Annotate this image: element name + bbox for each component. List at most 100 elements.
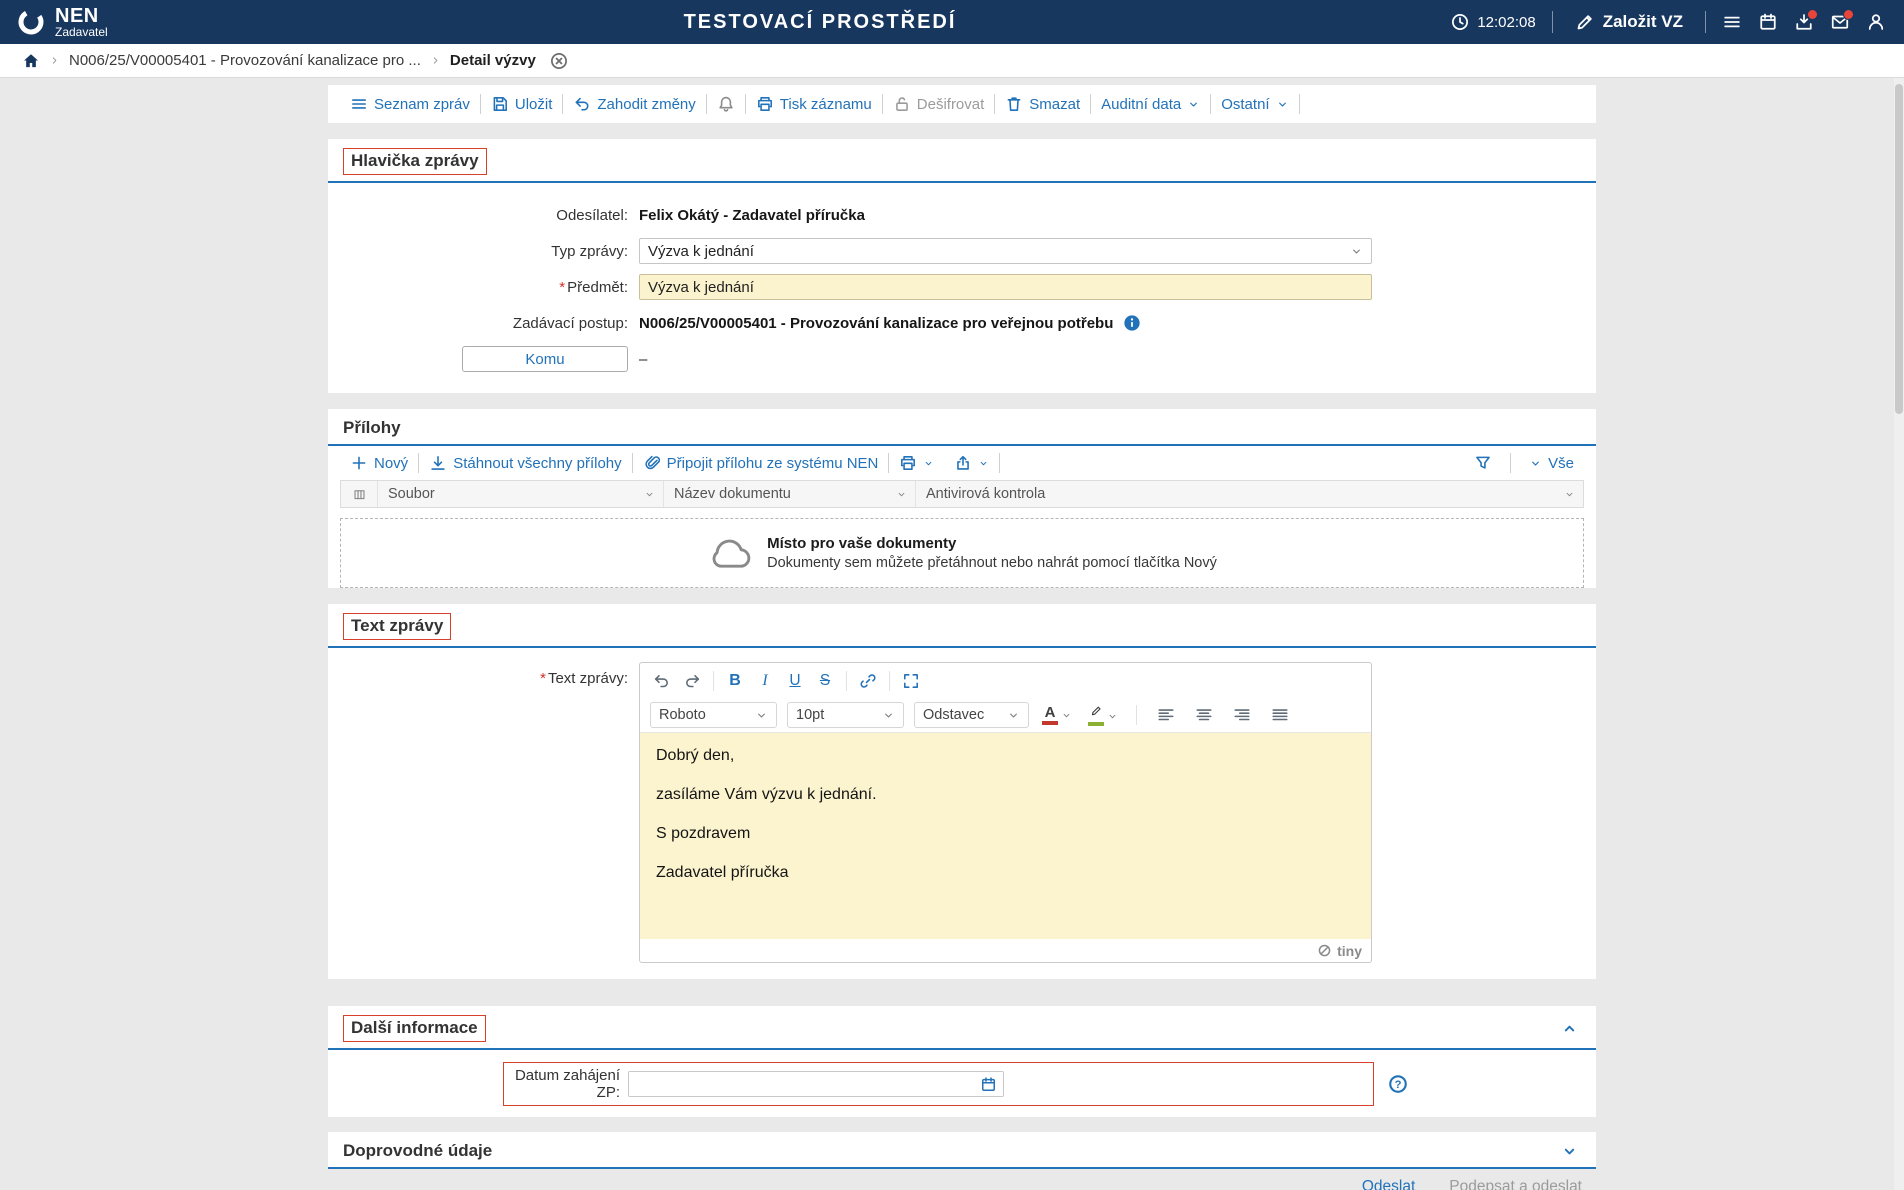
highlight-color-button[interactable] — [1085, 704, 1121, 726]
font-family-select[interactable]: Roboto — [650, 702, 777, 728]
print-record-button[interactable]: Tisk záznamu — [746, 95, 882, 113]
chevron-down-icon — [1061, 710, 1072, 721]
notifications-button[interactable] — [707, 95, 745, 113]
align-center-button[interactable] — [1190, 702, 1218, 728]
section-header: Doprovodné údaje — [328, 1132, 1596, 1169]
trash-icon — [1005, 95, 1023, 113]
scrollbar-thumb[interactable] — [1895, 84, 1903, 414]
column-header-document-name[interactable]: Název dokumentu — [663, 481, 915, 507]
block-format-select[interactable]: Odstavec — [914, 702, 1029, 728]
rich-text-editor: B I U S Roboto 10pt Odstavec A Dobrý den… — [639, 662, 1372, 963]
message-list-button[interactable]: Seznam zpráv — [340, 95, 480, 113]
paperclip-icon — [643, 454, 661, 472]
align-right-button[interactable] — [1228, 702, 1256, 728]
undo-button[interactable] — [648, 668, 676, 694]
bold-button[interactable]: B — [721, 668, 749, 694]
redo-button[interactable] — [678, 668, 706, 694]
discard-icon — [573, 95, 591, 113]
filter-button[interactable] — [1464, 454, 1502, 472]
recipient-value: – — [639, 350, 648, 368]
filter-chevron-icon — [1564, 489, 1575, 500]
download-icon — [429, 454, 447, 472]
subject-label: * Předmět: — [559, 278, 628, 296]
section-attachments: Přílohy Nový Stáhnout všechny přílohy Př… — [328, 409, 1596, 588]
start-date-input[interactable] — [635, 1074, 980, 1094]
calendar-icon[interactable] — [980, 1076, 997, 1093]
audit-data-button[interactable]: Auditní data — [1091, 96, 1210, 113]
close-tab-button[interactable] — [549, 51, 569, 71]
attachments-dropzone[interactable]: Místo pro vaše dokumenty Dokumenty sem m… — [340, 518, 1584, 588]
downloads-button[interactable] — [1794, 9, 1818, 32]
sign-and-send-button[interactable]: Podepsat a odeslat — [1449, 1178, 1582, 1190]
recipient-button[interactable]: Komu — [462, 346, 628, 372]
create-vz-button[interactable]: Založit VZ — [1569, 11, 1689, 33]
section-message-header: Hlavička zprávy Odesílatel: Felix Okátý … — [328, 139, 1596, 393]
required-mark: * — [559, 278, 566, 296]
insert-link-button[interactable] — [854, 668, 882, 694]
new-attachment-button[interactable]: Nový — [340, 454, 418, 472]
calendar-button[interactable] — [1758, 12, 1778, 32]
highlight-color-swatch — [1088, 722, 1104, 726]
divider — [1705, 11, 1706, 33]
editor-content[interactable]: Dobrý den, zasíláme Vám výzvu k jednání.… — [640, 732, 1371, 939]
view-all-button[interactable]: Vše — [1519, 455, 1584, 472]
text-color-button[interactable]: A — [1039, 705, 1075, 725]
save-button[interactable]: Uložit — [481, 95, 563, 113]
collapse-section-button[interactable] — [1561, 1020, 1578, 1037]
column-settings-button[interactable] — [341, 481, 377, 507]
messages-button[interactable] — [1830, 9, 1854, 32]
attach-from-nen-button[interactable]: Připojit přílohu ze systému NEN — [633, 454, 889, 472]
calendar-icon — [1758, 12, 1778, 32]
brand-subtitle: Zadavatel — [55, 24, 108, 39]
align-left-button[interactable] — [1152, 702, 1180, 728]
list-icon — [350, 95, 368, 113]
discard-changes-button[interactable]: Zahodit změny — [563, 95, 705, 113]
export-icon — [954, 454, 972, 472]
section-header: Další informace — [328, 1006, 1596, 1050]
divider — [1510, 453, 1512, 473]
other-actions-button[interactable]: Ostatní — [1211, 96, 1298, 113]
brand-name: NEN — [55, 4, 99, 27]
export-attachments-button[interactable] — [944, 454, 999, 472]
align-justify-button[interactable] — [1266, 702, 1294, 728]
font-size-select[interactable]: 10pt — [787, 702, 904, 728]
message-type-label: Typ zprávy: — [551, 242, 628, 260]
message-header-form: Odesílatel: Felix Okátý - Zadavatel přír… — [328, 183, 1596, 393]
home-button[interactable] — [22, 52, 40, 70]
delete-button[interactable]: Smazat — [995, 95, 1090, 113]
tiny-brand: tiny — [1337, 942, 1362, 959]
strikethrough-button[interactable]: S — [811, 668, 839, 694]
print-attachments-button[interactable] — [889, 454, 944, 472]
undo-icon — [653, 672, 671, 690]
form-row-procedure: Zadávací postup: N006/25/V00005401 - Pro… — [343, 305, 1581, 341]
chevron-down-icon — [1187, 98, 1200, 111]
column-header-antivirus[interactable]: Antivirová kontrola — [915, 481, 1583, 507]
funnel-icon — [1474, 454, 1492, 472]
divider — [889, 670, 890, 691]
chevron-down-icon — [923, 458, 934, 469]
chevron-down-icon — [1107, 711, 1118, 722]
main-menu-button[interactable] — [1722, 12, 1742, 32]
underline-button[interactable]: U — [781, 668, 809, 694]
vertical-scrollbar[interactable] — [1894, 78, 1904, 1190]
nen-logo[interactable]: NEN Zadavatel — [16, 4, 108, 39]
chevron-down-icon — [1350, 245, 1363, 258]
info-icon[interactable] — [1123, 314, 1141, 332]
downloads-badge — [1807, 9, 1818, 20]
expand-section-button[interactable] — [1561, 1143, 1578, 1160]
subject-input[interactable] — [639, 274, 1372, 300]
breadcrumb-procedure[interactable]: N006/25/V00005401 - Provozování kanaliza… — [69, 52, 421, 69]
fullscreen-button[interactable] — [897, 668, 925, 694]
user-profile-button[interactable] — [1866, 12, 1886, 32]
send-button[interactable]: Odeslat — [1362, 1178, 1415, 1190]
decrypt-button[interactable]: Dešifrovat — [883, 95, 995, 113]
chevron-right-icon — [430, 55, 441, 66]
sender-label: Odesílatel: — [556, 206, 628, 224]
italic-button[interactable]: I — [751, 668, 779, 694]
help-button[interactable] — [1388, 1074, 1408, 1094]
link-icon — [859, 672, 877, 690]
divider — [846, 670, 847, 691]
message-type-select[interactable]: Výzva k jednání — [639, 238, 1372, 264]
column-header-file[interactable]: Soubor — [377, 481, 663, 507]
download-all-button[interactable]: Stáhnout všechny přílohy — [419, 454, 631, 472]
